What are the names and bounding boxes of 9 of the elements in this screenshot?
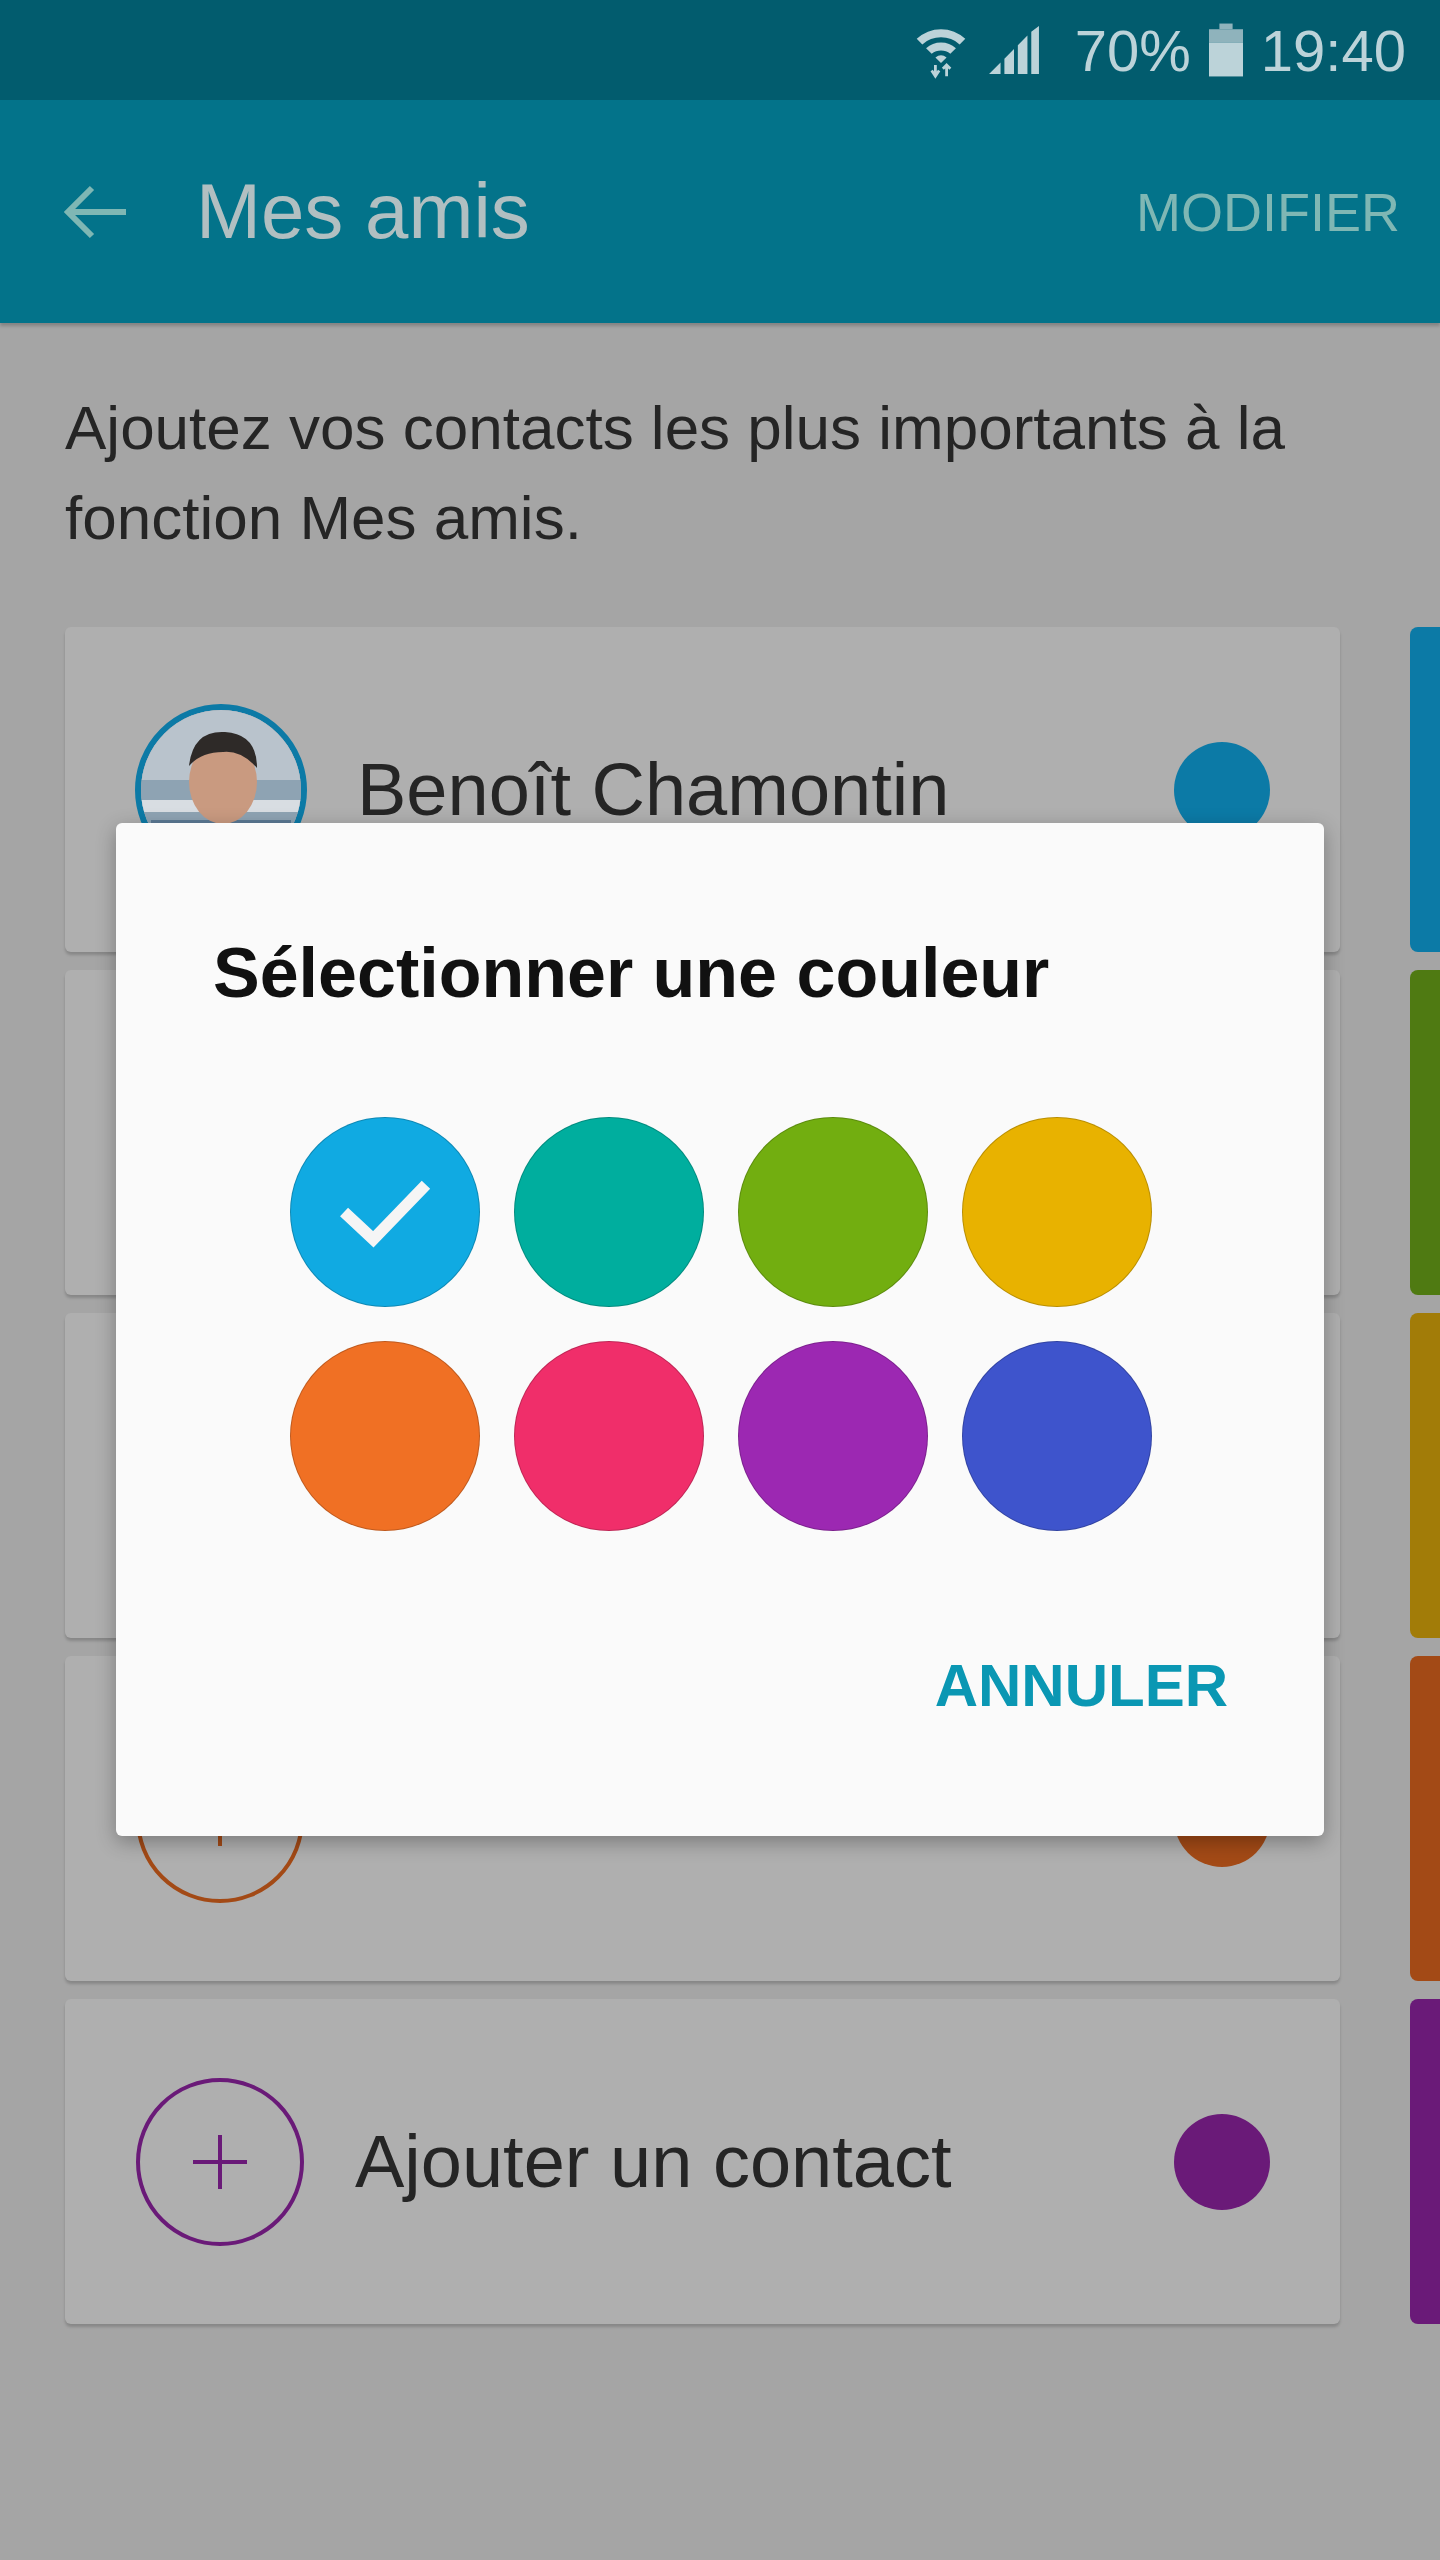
description-text: Ajoutez vos contacts les plus importants à la fonction Mes amis.	[65, 392, 1286, 554]
screen-title: Mes amis	[196, 166, 531, 257]
add-contact-label: Ajouter un contact	[355, 2119, 953, 2204]
battery-icon	[1208, 23, 1243, 77]
contact-name: Benoît Chamontin	[357, 747, 951, 832]
contact-card[interactable]: Ajouter un contact	[65, 1999, 1341, 2324]
add-contact-icon	[135, 2076, 305, 2247]
clock: 19:40	[1260, 16, 1406, 84]
battery-percentage: 70%	[1074, 16, 1191, 84]
